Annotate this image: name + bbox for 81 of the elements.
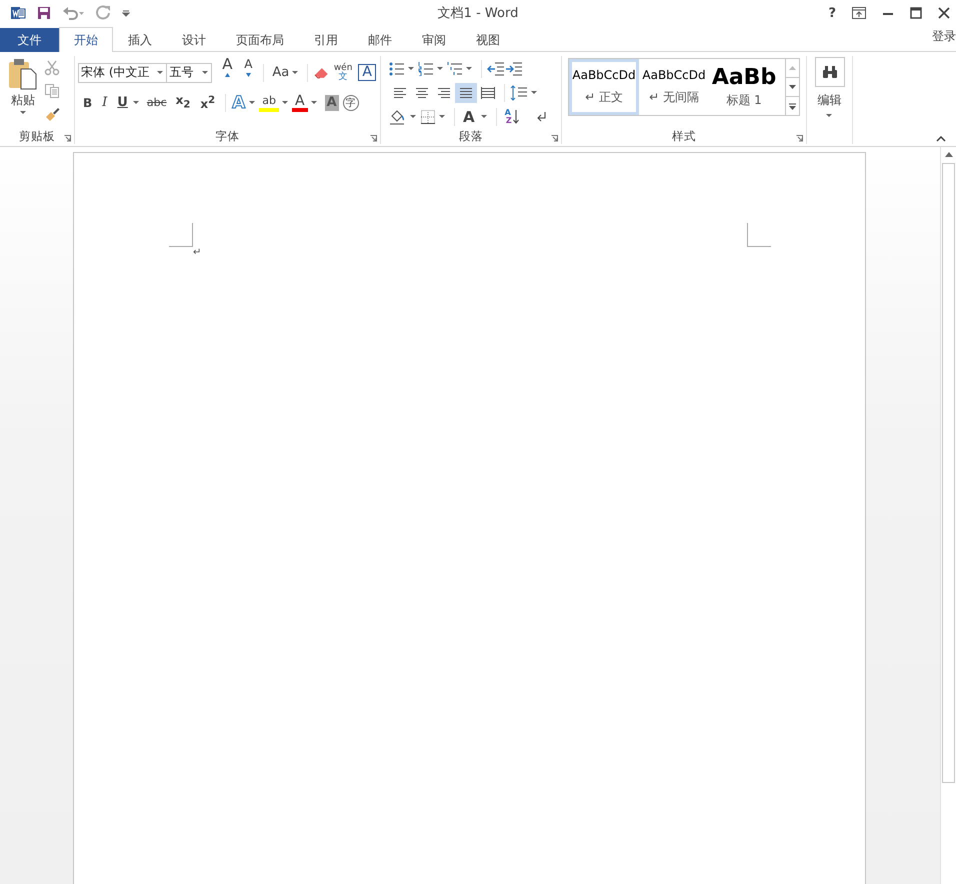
down-triangle-icon	[246, 72, 252, 76]
highlight-button[interactable]: ab	[259, 94, 279, 112]
help-button[interactable]: ?	[828, 6, 836, 20]
ribbon-tab[interactable]: 设计	[167, 28, 221, 52]
line-spacing-icon[interactable]	[510, 84, 528, 100]
group-label: 段落	[459, 128, 483, 144]
style-item[interactable]: AaBbCcDd ↵ 无间隔	[639, 59, 709, 115]
clipboard-icon	[8, 58, 38, 90]
ribbon-tab[interactable]: 审阅	[407, 28, 461, 52]
dialog-launcher-icon[interactable]	[796, 135, 803, 142]
bullets-icon[interactable]	[389, 62, 405, 76]
paint-bucket-icon[interactable]	[389, 108, 407, 124]
paragraph-mark: ↵	[193, 247, 202, 258]
numbering-icon[interactable]	[418, 62, 434, 76]
file-tab[interactable]: 文件	[0, 28, 59, 52]
ribbon-tab[interactable]: 开始	[59, 27, 113, 52]
down-arrow-icon	[789, 85, 796, 89]
ribbon-tab[interactable]: 插入	[113, 28, 167, 52]
vertical-scrollbar[interactable]	[940, 147, 956, 884]
underline-button[interactable]: U	[112, 94, 130, 112]
down-arrow-icon	[512, 108, 519, 124]
subscript-button[interactable]: x$_{2}$	[170, 90, 196, 114]
align-right-icon	[437, 86, 451, 98]
ribbon-tab[interactable]: 页面布局	[221, 28, 299, 52]
dialog-launcher-icon[interactable]	[551, 135, 558, 142]
more-icon	[789, 102, 796, 110]
font-size-field[interactable]: 五号	[166, 62, 212, 82]
customize-caret-icon[interactable]	[122, 9, 130, 17]
ribbon-display-icon[interactable]	[852, 7, 866, 19]
decrease-indent-icon[interactable]	[487, 62, 505, 76]
distribute-icon	[481, 86, 495, 98]
save-icon[interactable]	[36, 5, 52, 21]
up-arrow-icon	[789, 66, 796, 70]
align-left-icon	[393, 86, 407, 98]
ribbon-tab[interactable]: 引用	[299, 28, 353, 52]
italic-button[interactable]: I	[97, 94, 112, 112]
increase-indent-icon[interactable]	[505, 62, 523, 76]
shrink-font-button[interactable]: A	[238, 54, 258, 90]
multilevel-list-icon[interactable]	[447, 62, 463, 76]
collapse-ribbon-icon[interactable]	[936, 136, 946, 142]
format-painter-icon[interactable]	[44, 106, 60, 122]
group-label: 样式	[672, 128, 696, 144]
margin-corner-mark	[747, 223, 771, 247]
ribbon-tab[interactable]: 视图	[461, 28, 515, 52]
superscript-button[interactable]: x$^{2}$	[195, 92, 220, 113]
align-center-icon	[415, 86, 429, 98]
close-icon[interactable]	[938, 7, 950, 19]
style-item[interactable]: AaBbCcDd ↵ 正文	[569, 59, 639, 115]
align-justify-icon	[459, 86, 473, 98]
scroll-up-icon[interactable]	[944, 152, 952, 157]
ribbon-tab[interactable]: 邮件	[353, 28, 407, 52]
dialog-launcher-icon[interactable]	[370, 135, 377, 142]
group-label: 剪贴板	[19, 128, 55, 144]
font-name-field[interactable]: 宋体 (中文正	[78, 62, 168, 82]
style-item[interactable]: AaBb 标题 1	[709, 59, 779, 115]
align-button[interactable]	[455, 82, 477, 102]
undo-icon[interactable]	[62, 5, 86, 21]
document-app-icon[interactable]	[10, 5, 26, 21]
margin-corner-mark	[169, 223, 193, 247]
paste-button[interactable]: 粘贴	[8, 58, 38, 128]
group-label: 字体	[216, 128, 240, 144]
bold-button[interactable]: B	[78, 94, 98, 112]
character-border-button[interactable]: A	[358, 64, 376, 81]
maximize-icon[interactable]	[910, 7, 922, 19]
editing-button[interactable]: 编辑	[814, 56, 844, 117]
sign-in-link[interactable]: 登录	[932, 28, 956, 51]
text-direction-button[interactable]: A	[460, 108, 478, 126]
up-triangle-icon	[225, 72, 230, 76]
binoculars-icon	[822, 65, 838, 79]
document-page[interactable]: ↵	[73, 152, 866, 884]
text-effects-button[interactable]: A	[231, 94, 246, 112]
window-title: 文档1 - Word	[438, 5, 518, 22]
change-case-button[interactable]: Aa	[269, 64, 290, 82]
borders-icon[interactable]	[420, 108, 436, 124]
strikethrough-button[interactable]: abc	[142, 94, 171, 112]
dialog-launcher-icon[interactable]	[64, 135, 71, 142]
enclose-character-button[interactable]: 字	[342, 94, 359, 110]
grow-font-button[interactable]: A	[216, 54, 238, 90]
sort-button[interactable]: A Z	[502, 108, 522, 124]
phonetic-guide-button[interactable]: wén 文	[330, 64, 356, 82]
font-color-button[interactable]: A	[292, 94, 308, 112]
